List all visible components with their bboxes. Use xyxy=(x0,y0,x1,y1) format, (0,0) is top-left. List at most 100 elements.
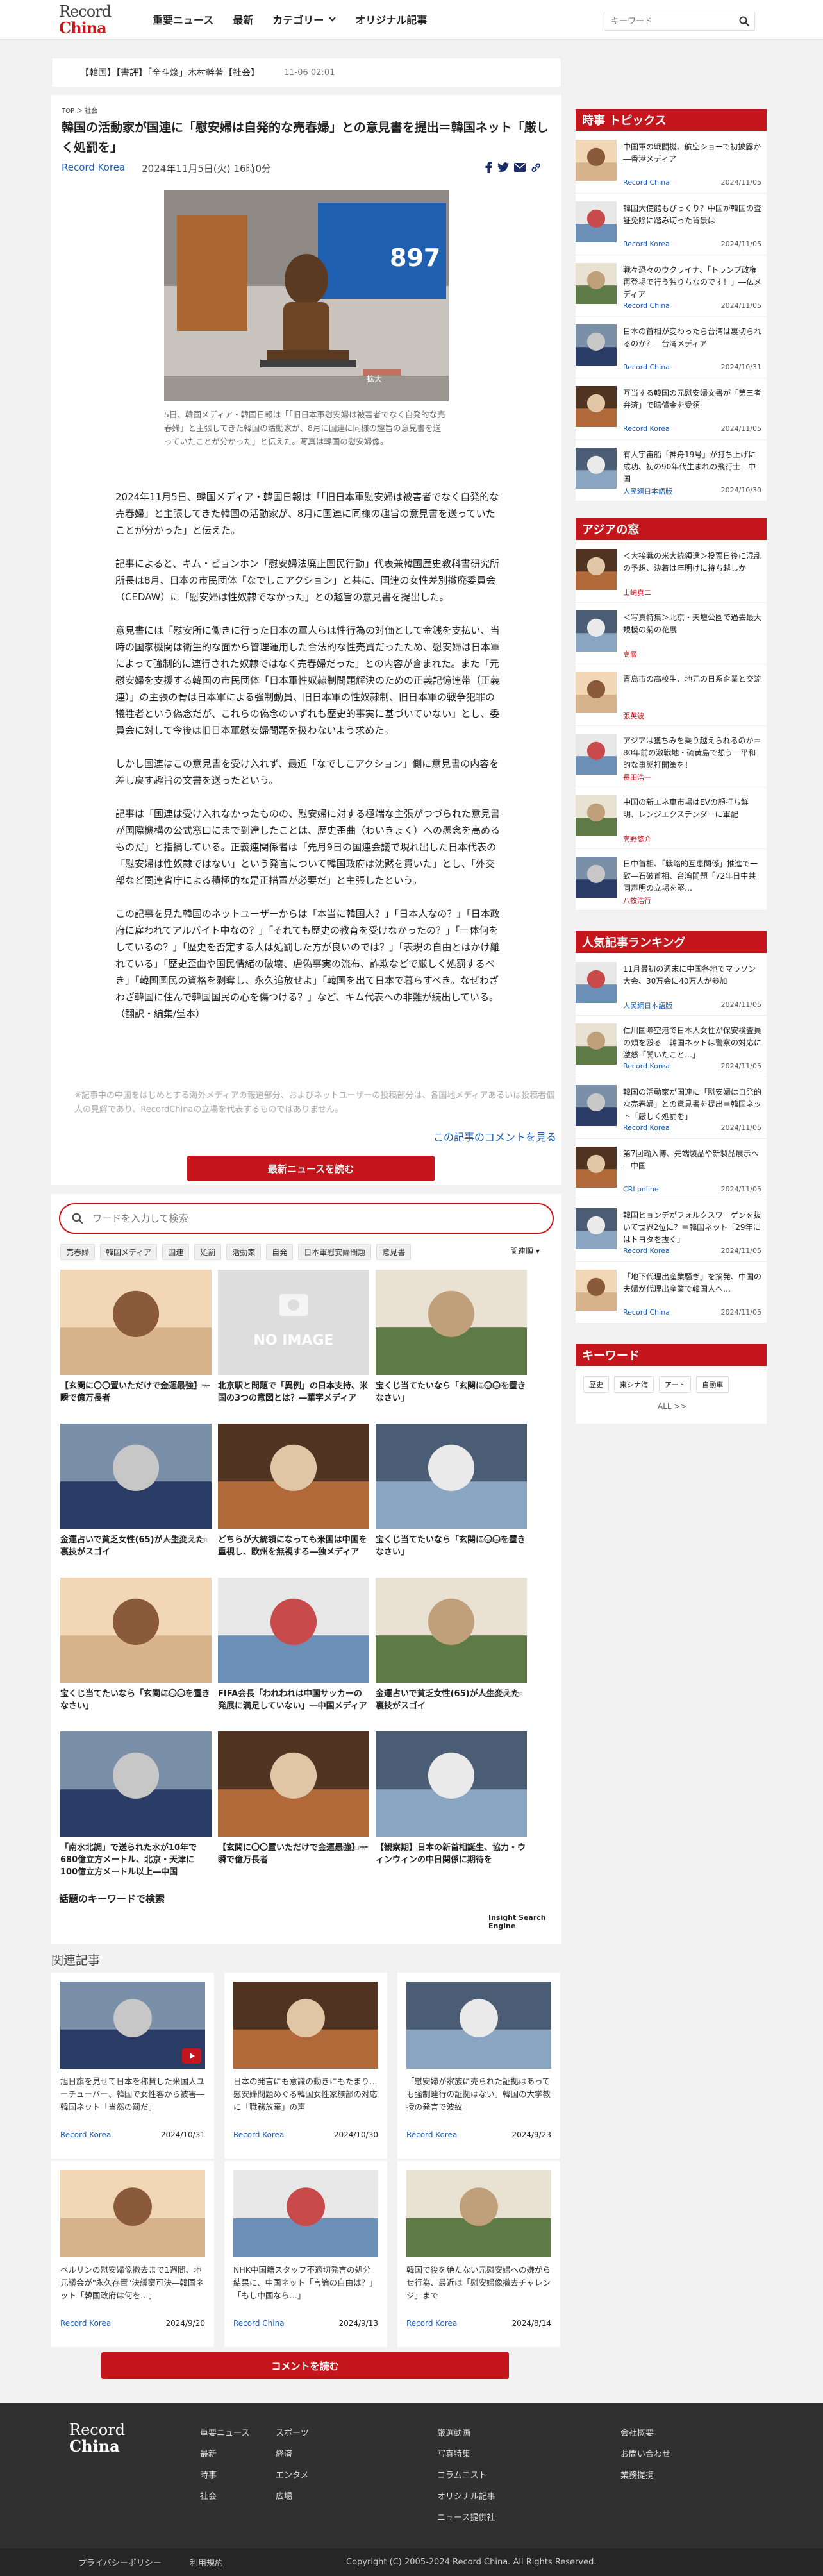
keyword-tag[interactable]: 歴史 xyxy=(583,1376,609,1393)
read-latest-news-button[interactable]: 最新ニュースを読む xyxy=(187,1156,435,1181)
footer-link[interactable]: コラムニスト xyxy=(437,2465,495,2486)
footer-link[interactable]: お問い合わせ xyxy=(620,2444,670,2465)
keyword-chip[interactable]: 国連 xyxy=(162,1244,190,1260)
footer-link[interactable]: 厳選動画 xyxy=(437,2423,495,2444)
keyword-tag[interactable]: アート xyxy=(659,1376,692,1393)
footer-link[interactable]: 写真特集 xyxy=(437,2444,495,2465)
keyword-tag[interactable]: 自動車 xyxy=(696,1376,729,1393)
sidebar-item[interactable]: 韓国の活動家が国連に「慰安婦は自発的な売春婦」との意見書を提出＝韓国ネット「厳し… xyxy=(576,1077,767,1139)
footer-link[interactable]: 広場 xyxy=(276,2486,309,2507)
sidebar-item[interactable]: ＜写真特集＞北京・天壇公園で過去最大規模の菊の花展 高層 xyxy=(576,603,767,664)
view-comments-link[interactable]: この記事のコメントを見る xyxy=(433,1129,556,1144)
article-photo[interactable]: 897 拡大 xyxy=(164,190,449,401)
result-card[interactable]: 宝くじ当てたいなら「玄関に〇〇を置きなさい」 Ameba2022.PR xyxy=(376,1270,527,1404)
breadcrumb[interactable]: TOP ＞ 社会 xyxy=(62,105,97,115)
news-ticker[interactable]: 【韓国】【書評】「全斗煥」木村幹著【社会】 11-06 02:01 xyxy=(51,58,561,87)
search-icon[interactable] xyxy=(739,16,749,26)
sidebar-item[interactable]: アジアは獲ちみを乗り越えられるのか＝80年前の激戦地・硫黄島で想う―平和的な事態… xyxy=(576,726,767,787)
all-keywords-link[interactable]: ALL >> xyxy=(658,1402,687,1411)
related-card[interactable]: 旭日旗を見せて日本を称賛した米国人ユーチューバー、韓国で女性客から被害―韓国ネッ… xyxy=(51,1973,214,2159)
keyword-chip[interactable]: 活動家 xyxy=(226,1244,262,1260)
search-icon[interactable] xyxy=(72,1213,83,1224)
nav-category[interactable]: カテゴリー xyxy=(272,12,336,27)
sidebar-item[interactable]: 11月最初の週末に中国各地でマラソン大会、30万会に40万人が参加 人民網日本語版… xyxy=(576,954,767,1016)
result-card[interactable]: 金運占いで貧乏女性(65)が人生変えた裏技がスゴイ Ameba2022.PR xyxy=(60,1424,212,1558)
sidebar-item[interactable]: 韓国大使館もびっくり？中国が韓国の査証免除に踏み切った背景は Record Kor… xyxy=(576,194,767,255)
footer-link[interactable]: 時事 xyxy=(200,2465,249,2486)
footer-link[interactable]: エンタメ xyxy=(276,2465,309,2486)
sidebar-item[interactable]: 仁川国際空港で日本人女性が保安検査員の頬を殴る―韓国ネットは警察の対応に激怒「開… xyxy=(576,1016,767,1077)
result-card[interactable]: 【玄関に〇〇置いただけで金運最強】一瞬で億万長者 Ameba2022.PR xyxy=(218,1731,369,1866)
related-source: Record China xyxy=(233,2319,285,2328)
result-thumbnail xyxy=(376,1270,527,1375)
nav-original-articles[interactable]: オリジナル記事 xyxy=(355,12,427,27)
result-card[interactable]: NO IMAGE 北京駅と問題で「異例」の日本支持、米国の3つの意図とは？―華字メ… xyxy=(218,1270,369,1404)
site-header: Record China 重要ニュース 最新 カテゴリー オリジナル記事 xyxy=(0,0,823,40)
keyword-tag[interactable]: 東シナ海 xyxy=(614,1376,654,1393)
sort-select[interactable]: 関連順 ▾ xyxy=(510,1245,540,1256)
related-card[interactable]: 日本の発言にも意識の動きにもたまり…慰安婦問題めぐる韓国女性家族部の対応に「職務… xyxy=(224,1973,387,2159)
sidebar-item[interactable]: 中国の新エネ車市場はEVの顔打ち鮮明、レンジエクステンダーに軍配 高野悠介 xyxy=(576,787,767,849)
keyword-chip[interactable]: 日本軍慰安婦問題 xyxy=(298,1244,372,1260)
related-card[interactable]: ベルリンの慰安婦像撤去まで1週間、地元議会が"永久存置"決議案可決―韓国ネット「… xyxy=(51,2161,214,2347)
related-date: 2024/8/14 xyxy=(511,2319,551,2328)
sidebar-item[interactable]: ＜大接戦の米大統領選＞投票日後に混乱の予想、決着は年明けに持ち越しか 山崎真二 xyxy=(576,541,767,603)
result-card[interactable]: 宝くじ当てたいなら「玄関に〇〇を置きなさい」 Ameba2022.PR xyxy=(376,1424,527,1558)
result-card[interactable]: 【玄関に〇〇置いただけで金運最強】一瞬で億万長者 Ameba2022.PR xyxy=(60,1270,212,1404)
result-card[interactable]: 「南水北調」で送られた水が10年で680億立方メートル、北京・天津に100億立方… xyxy=(60,1731,212,1878)
sidebar-item[interactable]: 第7回輸入博、先端製品や新製品展示へ―中国 CRI online 2024/11/0… xyxy=(576,1139,767,1200)
mail-icon[interactable] xyxy=(514,163,526,172)
footer-link[interactable]: 会社概要 xyxy=(620,2423,670,2444)
keyword-chip[interactable]: 売春婦 xyxy=(60,1244,96,1260)
footer-link[interactable]: オリジナル記事 xyxy=(437,2486,495,2507)
sidebar-item[interactable]: 中国軍の戦闘機、航空ショーで初披露か―香港メディア Record China 202… xyxy=(576,132,767,194)
site-logo[interactable]: Record China xyxy=(59,3,129,39)
enlarge-badge[interactable]: 拡大 xyxy=(367,373,382,384)
result-thumbnail xyxy=(218,1424,369,1529)
footer-link[interactable]: スポーツ xyxy=(276,2423,309,2444)
sidebar-item[interactable]: 日本の首相が変わったら台湾は裏切られるのか？―台湾メディア Record Chin… xyxy=(576,317,767,378)
related-card[interactable]: NHK中国籍スタッフ不適切発言の処分結果に、中国ネット「言論の自由は？」「もし中… xyxy=(224,2161,387,2347)
link-icon[interactable] xyxy=(531,162,541,173)
keyword-chip[interactable]: 韓国メディア xyxy=(100,1244,158,1260)
privacy-policy-link[interactable]: プライバシーポリシー xyxy=(78,2556,162,2568)
footer-link[interactable]: 業務提携 xyxy=(620,2465,670,2486)
read-comments-button[interactable]: コメントを読む xyxy=(101,2352,509,2379)
footer-link[interactable]: 社会 xyxy=(200,2486,249,2507)
sidebar-item[interactable]: 日中首相、「戦略的互恵関係」推進で一致―石破首相、台湾問題「72年日中共同声明の… xyxy=(576,849,767,911)
footer-logo[interactable]: Record China xyxy=(69,2421,125,2455)
related-card[interactable]: 「慰安婦が家族に売られた証拠はあっても強制連行の証拠はない」韓国の大学教授の発言… xyxy=(397,1973,560,2159)
related-card[interactable]: 韓国で後を絶たない元慰安婦への嫌がらせ行為、最近は「慰安婦像撤去チャレンジ」まで… xyxy=(397,2161,560,2347)
sidebar-item[interactable]: 戦々恐々のウクライナ、「トランプ政権再登場で行う独りちなのです！」―仏メディア R… xyxy=(576,255,767,317)
nav-important-news[interactable]: 重要ニュース xyxy=(153,12,213,27)
terms-link[interactable]: 利用規約 xyxy=(190,2556,223,2568)
nav-latest[interactable]: 最新 xyxy=(233,12,253,27)
search-widget: 売春婦 韓国メディア 国連 処罰 活動家 自発 日本軍慰安婦問題 意見書 関連順… xyxy=(51,1194,561,1944)
result-card[interactable]: 【観察期】日本の新首相誕生、協力・ウィンウィンの中日関係に期待を xyxy=(376,1731,527,1866)
widget-search-box xyxy=(59,1203,554,1234)
footer-link[interactable]: 最新 xyxy=(200,2444,249,2465)
sidebar-item[interactable]: 「地下代理出産業騒ぎ」を摘発、中国の夫婦が代理出産業で韓国人へ… Record C… xyxy=(576,1262,767,1324)
sidebar-item-source: 張英波 xyxy=(623,712,644,720)
keyword-chip[interactable]: 自発 xyxy=(266,1244,294,1260)
result-card[interactable]: どちらが大統領になっても米国は中国を重視し、欧州を無視する―独メディア xyxy=(218,1424,369,1558)
sidebar-item[interactable]: 韓国ヒョンデがフォルクスワーゲンを抜いて世界2位に？＝韓国ネット「29年にはトヨ… xyxy=(576,1200,767,1262)
keyword-chip[interactable]: 意見書 xyxy=(376,1244,412,1260)
result-card[interactable]: 金運占いで貧乏女性(65)が人生変えた裏技がスゴイ Ameba2022.PR xyxy=(376,1578,527,1712)
header-search-input[interactable] xyxy=(604,12,726,30)
result-card[interactable]: 宝くじ当てたいなら「玄関に〇〇を置きなさい」 Ameba2022.PR xyxy=(60,1578,212,1712)
keyword-chip[interactable]: 処罰 xyxy=(194,1244,222,1260)
footer-link[interactable]: 重要ニュース xyxy=(200,2423,249,2444)
facebook-icon[interactable] xyxy=(485,162,492,173)
play-icon[interactable] xyxy=(182,2048,201,2064)
sidebar-item[interactable]: 互当する韓国の元慰安婦文書が「第三者弁済」で賠償金を受領 Record Korea… xyxy=(576,378,767,440)
twitter-icon[interactable] xyxy=(497,162,509,173)
footer-link[interactable]: 経済 xyxy=(276,2444,309,2465)
sidebar-item[interactable]: 青島市の高校生、地元の日系企業と交流 張英波 xyxy=(576,664,767,726)
result-card[interactable]: FIFA会長「われわれは中国サッカーの発展に満足していない」―中国メディア xyxy=(218,1578,369,1712)
widget-search-input[interactable] xyxy=(92,1213,528,1224)
article-body: 2024年11月5日、韓国メディア・韓国日報は「「旧日本軍慰安婦は被害者でなく自… xyxy=(115,489,500,1039)
footer-link[interactable]: ニュース提供社 xyxy=(437,2507,495,2529)
sidebar-item[interactable]: 有人宇宙船「神舟19号」が打ち上げに成功、初の90年代生まれの飛行士―中国 人民網… xyxy=(576,440,767,501)
article-source[interactable]: Record Korea xyxy=(62,162,125,175)
